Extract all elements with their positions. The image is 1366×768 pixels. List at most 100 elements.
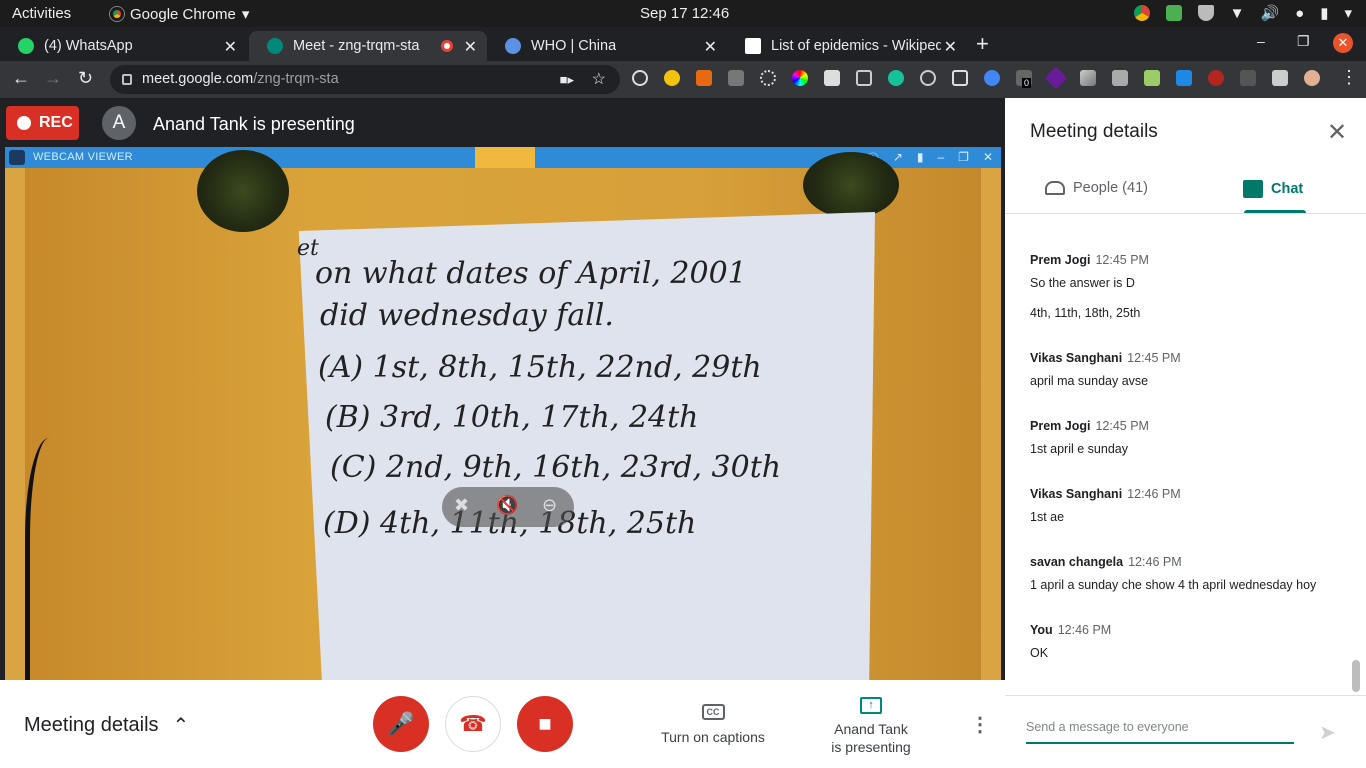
tab-title: Meet - zng-trqm-sta <box>293 38 420 54</box>
message-time: 12:46 PM <box>1128 555 1182 569</box>
webcam-logo-icon <box>9 150 25 165</box>
folder-icon: ▮ <box>916 150 924 164</box>
mic-off-icon: 🎤 <box>387 711 415 736</box>
close-panel-button[interactable]: ✕ <box>1327 118 1347 147</box>
meeting-details-button[interactable]: Meeting details ⌃ <box>24 713 189 738</box>
system-tray[interactable]: ▼ 🔊 ● ▮ ▾ <box>1133 4 1352 22</box>
dark-extension-icon[interactable] <box>1112 70 1128 86</box>
new-tab-button[interactable]: + <box>976 31 989 57</box>
clock[interactable]: Sep 17 12:46 <box>640 5 729 22</box>
phone-hangup-icon: ☎ <box>459 711 487 736</box>
chevron-down-icon: ▾ <box>1344 5 1352 22</box>
captions-label: Turn on captions <box>661 729 765 745</box>
window-close-button[interactable]: ✕ <box>1333 33 1353 53</box>
shield-icon[interactable] <box>1197 5 1214 21</box>
close-tab-icon[interactable]: ✕ <box>464 37 477 57</box>
active-tab-indicator <box>1244 210 1306 213</box>
popout-icon: ↗ <box>892 150 903 164</box>
shared-screen: WEBCAM VIEWER ⚙ ⓘ ↗ ▮ – ❐ ✕ et on what d… <box>5 147 1001 680</box>
tab-people[interactable]: People (41) <box>1045 180 1148 196</box>
gear-extension-icon[interactable] <box>760 70 776 86</box>
call-controls-bar: Meeting details ⌃ 🎤 ☎ ■ CC Turn on capti… <box>0 680 1005 768</box>
m-extension-icon[interactable] <box>1240 70 1256 86</box>
reload-button[interactable]: ↻ <box>78 68 93 89</box>
chat-message-input[interactable]: Send a message to everyone <box>1026 720 1294 744</box>
chevron-up-icon: ⌃ <box>172 715 190 737</box>
profile-avatar[interactable] <box>1304 70 1320 86</box>
presenting-button[interactable]: ↑ Anand Tank is presenting <box>815 694 927 756</box>
app-menu[interactable]: Google Chrome ▾ <box>110 5 249 23</box>
chrome-menu-button[interactable]: ⋮ <box>1340 67 1358 88</box>
activities-button[interactable]: Activities <box>12 5 71 22</box>
puzzle-extension-icon[interactable] <box>1272 70 1288 86</box>
tab-who[interactable]: WHO | China ✕ <box>487 31 727 61</box>
minimize-button[interactable]: – <box>1257 33 1265 49</box>
address-bar[interactable]: meet.google.com/zng-trqm-sta ■▸ ☆ <box>110 65 620 94</box>
close-tab-icon[interactable]: ✕ <box>224 37 237 57</box>
camera-off-icon: ■ <box>538 711 552 736</box>
message-header: savan changela 12:46 PM <box>1030 555 1330 569</box>
recording-badge: REC <box>6 106 79 140</box>
message-header: Vikas Sanghani 12:45 PM <box>1030 351 1330 365</box>
leave-call-button[interactable]: ☎ <box>445 696 501 752</box>
badge-extension-icon[interactable]: 0 <box>1016 70 1032 88</box>
message-time: 12:45 PM <box>1127 351 1181 365</box>
close-tab-icon[interactable]: ✕ <box>944 37 957 57</box>
purple-extension-icon[interactable] <box>1044 66 1068 90</box>
window-extension-icon[interactable] <box>856 70 872 86</box>
tab-title: WHO | China <box>531 38 617 54</box>
chat-messages: Prem Jogi 12:45 PM So the answer is D 4th… <box>1030 253 1330 683</box>
microphone-toggle-button[interactable]: 🎤 <box>373 696 429 752</box>
gray-extension-icon[interactable] <box>728 70 744 86</box>
microphone-icon: ● <box>1295 4 1305 22</box>
message-time: 12:46 PM <box>1057 623 1112 637</box>
k-extension-icon[interactable] <box>696 70 712 86</box>
app-menu-label: Google Chrome <box>130 5 236 23</box>
tile-overlay-controls[interactable]: ✖ 🔇 ⊖ <box>442 487 574 527</box>
chrome-icon <box>110 7 124 21</box>
green-extension-icon[interactable] <box>1144 70 1160 86</box>
cross-extension-icon[interactable] <box>984 70 1000 86</box>
eyedropper-extension-icon[interactable] <box>1080 70 1096 86</box>
tab-title: List of epidemics - Wikipedia <box>771 38 941 54</box>
message-text: 1st ae <box>1030 510 1065 524</box>
more-options-button[interactable]: ⋮ <box>970 712 990 737</box>
bookmark-star-icon[interactable]: ☆ <box>592 65 606 94</box>
message-text: So the answer is D <box>1030 276 1135 290</box>
chat-composer: Send a message to everyone ➤ <box>1005 695 1366 768</box>
back-button[interactable]: ← <box>12 68 30 89</box>
message-header: You 12:46 PM <box>1030 623 1330 637</box>
chat-scrollbar[interactable] <box>1352 660 1360 692</box>
captions-button[interactable]: CC Turn on captions <box>655 702 771 745</box>
meeting-details-panel: Meeting details ✕ People (41) Chat Prem … <box>1005 98 1366 768</box>
tab-chat[interactable]: Chat <box>1243 180 1303 198</box>
selenium-extension-icon[interactable] <box>824 70 840 86</box>
speed-extension-icon[interactable] <box>632 70 648 86</box>
forward-button[interactable]: → <box>44 68 62 89</box>
message-text: 1st april e sunday <box>1030 442 1128 456</box>
chat-extension-icon[interactable] <box>920 70 936 86</box>
message-text: 4th, 11th, 18th, 25th <box>1030 306 1141 320</box>
update-icon[interactable] <box>1165 5 1182 21</box>
moon-extension-icon[interactable] <box>664 70 680 86</box>
minimize-icon: – <box>937 150 945 164</box>
send-icon[interactable]: ➤ <box>1319 720 1336 745</box>
grammarly-extension-icon[interactable] <box>888 70 904 86</box>
t-extension-icon[interactable] <box>1176 70 1192 86</box>
restore-button[interactable]: ❐ <box>1297 33 1310 50</box>
remove-icon[interactable]: ⊖ <box>542 495 557 516</box>
color-extension-icon[interactable] <box>792 70 808 86</box>
camera-in-use-icon[interactable]: ■▸ <box>560 65 574 94</box>
tab-strip: (4) WhatsApp ✕ Meet - zng-trqm-sta ✕ WHO… <box>0 27 1366 61</box>
chrome-tray-icon[interactable] <box>1133 5 1150 21</box>
tab-meet[interactable]: Meet - zng-trqm-sta ✕ <box>249 31 487 61</box>
tab-wikipedia[interactable]: List of epidemics - Wikipedia ✕ <box>727 31 967 61</box>
camera-toggle-button[interactable]: ■ <box>517 696 573 752</box>
tab-whatsapp[interactable]: (4) WhatsApp ✕ <box>0 31 247 61</box>
mute-tile-icon[interactable]: 🔇 <box>496 495 518 516</box>
plant-pot-right <box>803 152 899 218</box>
k-round-extension-icon[interactable] <box>1208 70 1224 86</box>
close-tab-icon[interactable]: ✕ <box>704 37 717 57</box>
pip-extension-icon[interactable] <box>952 70 968 86</box>
pin-icon[interactable]: ✖ <box>454 495 469 516</box>
